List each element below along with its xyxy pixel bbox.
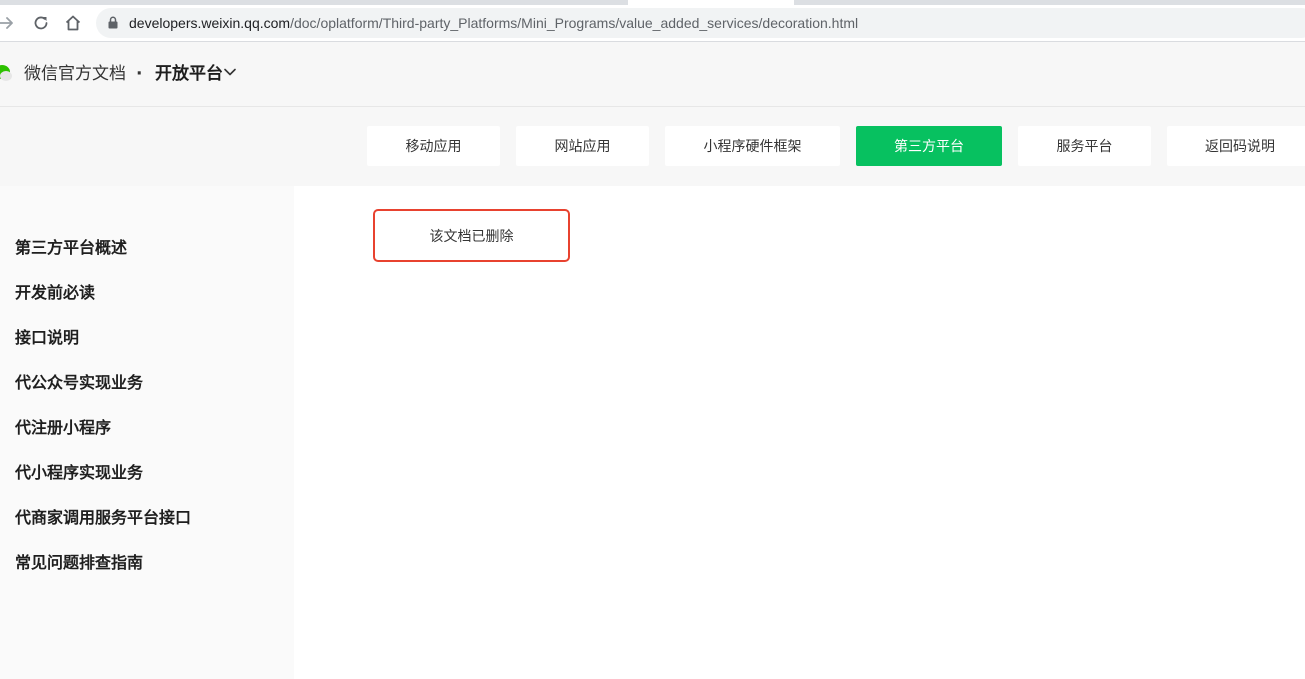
sidebar-item-mini-program-business[interactable]: 代小程序实现业务: [15, 462, 143, 484]
brand-title[interactable]: 微信官方文档: [24, 63, 126, 85]
url-path: /doc/oplatform/Third-party_Platforms/Min…: [290, 15, 859, 31]
chevron-down-icon[interactable]: [224, 68, 236, 76]
category-nav: 移动应用 网站应用 小程序硬件框架 第三方平台 服务平台 返回码说明: [0, 107, 1305, 186]
category-website-app[interactable]: 网站应用: [516, 126, 649, 166]
forward-arrow-icon: [0, 17, 13, 29]
sidebar-item-api-description[interactable]: 接口说明: [15, 327, 79, 349]
category-mobile-app[interactable]: 移动应用: [367, 126, 500, 166]
document-deleted-text: 该文档已删除: [429, 228, 514, 245]
category-mini-program-hardware[interactable]: 小程序硬件框架: [665, 126, 840, 166]
site-header: 微信官方文档 · 开放平台: [0, 42, 1305, 107]
sidebar-item-merchant-service-api[interactable]: 代商家调用服务平台接口: [15, 507, 191, 529]
sidebar-item-before-development[interactable]: 开发前必读: [15, 282, 95, 304]
title-separator: ·: [136, 64, 143, 84]
category-third-party-platform[interactable]: 第三方平台: [856, 126, 1002, 166]
reload-icon: [34, 16, 48, 30]
url-host: developers.weixin.qq.com: [129, 15, 291, 31]
category-return-codes[interactable]: 返回码说明: [1167, 126, 1305, 166]
sidebar: 第三方平台概述 开发前必读 接口说明 代公众号实现业务 代注册小程序 代小程序实…: [0, 186, 294, 679]
wechat-logo-icon[interactable]: [0, 64, 12, 82]
category-service-platform[interactable]: 服务平台: [1018, 126, 1151, 166]
home-icon: [65, 15, 81, 31]
url-text: developers.weixin.qq.com/doc/oplatform/T…: [129, 15, 858, 31]
sidebar-item-official-account-business[interactable]: 代公众号实现业务: [15, 372, 143, 394]
sidebar-item-faq-troubleshooting[interactable]: 常见问题排查指南: [15, 552, 143, 574]
address-bar[interactable]: developers.weixin.qq.com/doc/oplatform/T…: [96, 8, 1305, 38]
browser-toolbar: developers.weixin.qq.com/doc/oplatform/T…: [0, 5, 1305, 42]
home-button[interactable]: [61, 11, 85, 35]
forward-button[interactable]: [0, 11, 18, 35]
sidebar-item-register-mini-program[interactable]: 代注册小程序: [15, 417, 111, 439]
sidebar-item-overview[interactable]: 第三方平台概述: [15, 237, 127, 259]
lock-icon: [108, 16, 118, 29]
document-deleted-notice: 该文档已删除: [373, 209, 570, 262]
reload-button[interactable]: [29, 11, 53, 35]
platform-switcher[interactable]: 开放平台: [155, 63, 223, 85]
